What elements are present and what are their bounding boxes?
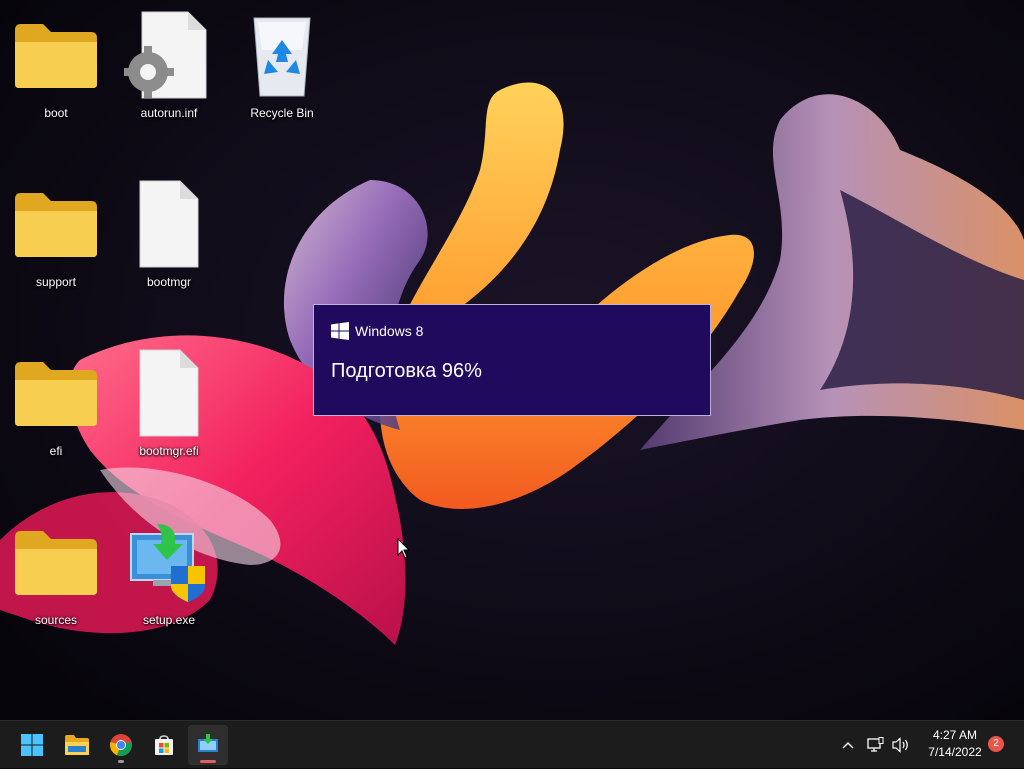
desktop-icon-label: setup.exe xyxy=(142,613,196,627)
desktop-icon-setup-exe[interactable]: setup.exe xyxy=(119,517,219,657)
active-indicator xyxy=(200,760,216,763)
tray-network-button[interactable] xyxy=(864,721,886,769)
windows-brand-label: Windows 8 xyxy=(355,323,424,339)
taskbar-setup[interactable] xyxy=(188,725,228,765)
file-icon xyxy=(119,348,219,438)
folder-icon xyxy=(65,735,89,755)
desktop-icon-bootmgr-efi[interactable]: bootmgr.efi xyxy=(119,348,219,488)
windows-brand: Windows 8 xyxy=(331,322,423,340)
desktop-icon-sources[interactable]: sources xyxy=(6,517,106,657)
desktop-icon-bootmgr[interactable]: bootmgr xyxy=(119,179,219,319)
desktop-icon-label: support xyxy=(35,275,77,289)
folder-icon xyxy=(6,179,106,269)
tray-volume-button[interactable] xyxy=(890,721,912,769)
file-icon xyxy=(119,179,219,269)
setup-progress-text: Подготовка 96% xyxy=(331,360,482,382)
taskbar: 4:27 AM 7/14/2022 xyxy=(0,720,1024,768)
desktop-icon-recycle-bin[interactable]: Recycle Bin xyxy=(232,10,332,150)
settings-file-icon xyxy=(119,10,219,100)
taskbar-store[interactable] xyxy=(144,725,184,765)
taskbar-chrome[interactable] xyxy=(101,725,141,765)
folder-icon xyxy=(6,10,106,100)
desktop-icon-label: sources xyxy=(34,613,78,627)
desktop-icon-support[interactable]: support xyxy=(6,179,106,319)
taskbar-clock[interactable]: 4:27 AM 7/14/2022 xyxy=(910,727,1000,761)
notification-badge[interactable]: 2 xyxy=(988,736,1004,752)
windows-logo-icon xyxy=(331,322,349,340)
store-icon xyxy=(155,735,173,755)
desktop-icon-label: efi xyxy=(49,444,63,458)
recycle-bin-icon xyxy=(232,10,332,100)
windows-logo-icon xyxy=(21,734,43,756)
desktop-icon-label: autorun.inf xyxy=(140,106,198,120)
folder-icon xyxy=(6,517,106,607)
desktop-icon-label: bootmgr xyxy=(146,275,192,289)
clock-date: 7/14/2022 xyxy=(928,745,982,759)
running-indicator xyxy=(118,760,124,763)
desktop-icon-autorun[interactable]: autorun.inf xyxy=(119,10,219,150)
setup-icon xyxy=(119,517,219,607)
start-button[interactable] xyxy=(12,725,52,765)
desktop-icon-label: boot xyxy=(44,106,68,120)
chrome-icon xyxy=(110,734,132,756)
desktop-icon-label: Recycle Bin xyxy=(250,106,314,120)
mouse-cursor-icon xyxy=(397,538,411,559)
taskbar-file-explorer[interactable] xyxy=(57,725,97,765)
network-icon xyxy=(867,737,884,752)
desktop-icon-boot[interactable]: boot xyxy=(6,10,106,150)
tray-overflow-button[interactable] xyxy=(838,721,858,769)
chevron-up-icon xyxy=(842,742,854,749)
setup-icon xyxy=(198,734,218,752)
volume-icon xyxy=(892,737,908,753)
desktop-icon-efi[interactable]: efi xyxy=(6,348,106,488)
setup-progress-dialog: Windows 8 Подготовка 96% xyxy=(313,304,711,416)
clock-time: 4:27 AM xyxy=(932,728,978,742)
desktop-icon-label: bootmgr.efi xyxy=(139,444,199,458)
folder-icon xyxy=(6,348,106,438)
